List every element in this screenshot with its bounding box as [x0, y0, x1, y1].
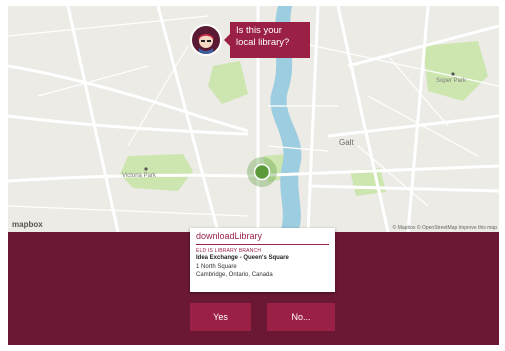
app-screen: Galt Victoria Park Soper Park mapbox © M…: [8, 6, 499, 345]
card-address-line-2: Cambridge, Ontario, Canada: [196, 272, 273, 278]
reader-avatar-icon: [198, 34, 214, 54]
map-label-soper-park: Soper Park: [436, 78, 467, 84]
mapbox-logo[interactable]: mapbox: [12, 220, 43, 229]
library-location-marker: [253, 163, 271, 181]
prompt-line-2: local library?: [236, 37, 290, 48]
card-app-name: downloadLibrary: [196, 231, 329, 245]
yes-button[interactable]: Yes: [190, 303, 251, 331]
card-branch-heading: ELD IS LIBRARY BRANCH: [196, 248, 262, 254]
library-info-card: downloadLibrary ELD IS LIBRARY BRANCH Id…: [190, 228, 335, 292]
card-address-line-1: 1 North Square: [196, 264, 237, 270]
local-library-prompt: Is this your local library?: [224, 22, 310, 58]
prompt-line-1: Is this your: [236, 25, 282, 36]
map-attribution[interactable]: © Mapbox © OpenStreetMap Improve this ma…: [393, 225, 497, 231]
avatar: [190, 24, 222, 56]
map-label-victoria-park: Victoria Park: [122, 173, 156, 179]
map-label-galt: Galt: [339, 138, 354, 147]
no-button[interactable]: No...: [267, 303, 335, 331]
card-branch-name: Idea Exchange - Queen's Square: [196, 255, 289, 261]
